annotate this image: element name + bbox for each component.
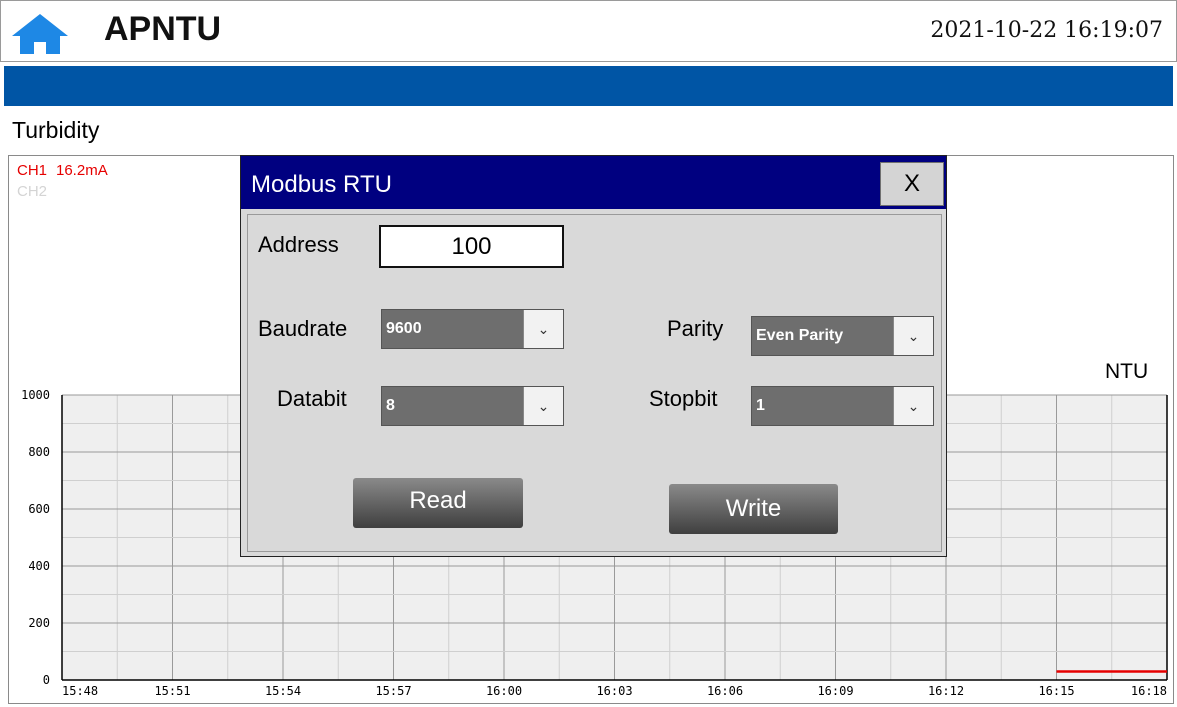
write-button[interactable]: Write bbox=[669, 484, 838, 534]
y-tick-label: 600 bbox=[28, 502, 50, 516]
y-tick-label: 0 bbox=[43, 673, 50, 687]
close-button[interactable]: X bbox=[880, 162, 944, 206]
x-tick-label: 16:12 bbox=[928, 684, 964, 698]
databit-value: 8 bbox=[386, 397, 395, 414]
stopbit-value: 1 bbox=[756, 397, 765, 414]
unit-label: NTU bbox=[1105, 360, 1149, 383]
chevron-down-icon[interactable]: ⌄ bbox=[523, 387, 563, 425]
parity-label: Parity bbox=[667, 316, 724, 341]
baudrate-value: 9600 bbox=[386, 320, 422, 337]
x-tick-label: 15:57 bbox=[375, 684, 411, 698]
x-tick-label: 16:09 bbox=[817, 684, 853, 698]
databit-dropdown[interactable]: 8 ⌄ bbox=[381, 386, 564, 426]
dialog-titlebar: Modbus RTU X bbox=[241, 156, 946, 209]
ch1-label: CH1 bbox=[17, 162, 48, 179]
parity-value: Even Parity bbox=[756, 327, 844, 344]
x-tick-label: 16:15 bbox=[1038, 684, 1074, 698]
y-tick-label: 400 bbox=[28, 559, 50, 573]
read-button[interactable]: Read bbox=[353, 478, 523, 528]
y-tick-label: 200 bbox=[28, 616, 50, 630]
address-label: Address bbox=[258, 232, 339, 257]
chevron-down-icon[interactable]: ⌄ bbox=[893, 387, 933, 425]
x-tick-label: 16:00 bbox=[486, 684, 522, 698]
x-tick-label: 16:03 bbox=[596, 684, 632, 698]
chevron-down-icon[interactable]: ⌄ bbox=[523, 310, 563, 348]
dialog-title: Modbus RTU bbox=[251, 171, 392, 198]
modbus-dialog: Modbus RTU X Address 100 Baudrate 9600 ⌄… bbox=[240, 155, 947, 557]
stopbit-label: Stopbit bbox=[649, 386, 718, 411]
stopbit-dropdown[interactable]: 1 ⌄ bbox=[751, 386, 934, 426]
parity-dropdown[interactable]: Even Parity ⌄ bbox=[751, 316, 934, 356]
x-tick-label: 16:06 bbox=[707, 684, 743, 698]
x-tick-label: 15:51 bbox=[154, 684, 190, 698]
ch1-value: 16.2mA bbox=[56, 162, 108, 179]
y-tick-label: 1000 bbox=[21, 388, 50, 402]
baudrate-label: Baudrate bbox=[258, 316, 348, 341]
chevron-down-icon[interactable]: ⌄ bbox=[893, 317, 933, 355]
baudrate-dropdown[interactable]: 9600 ⌄ bbox=[381, 309, 564, 349]
address-input[interactable]: 100 bbox=[379, 225, 564, 268]
x-tick-label: 15:54 bbox=[265, 684, 301, 698]
ch2-label: CH2 bbox=[17, 183, 48, 200]
y-tick-label: 800 bbox=[28, 445, 50, 459]
x-tick-label: 15:48 bbox=[62, 684, 98, 698]
databit-label: Databit bbox=[277, 386, 347, 411]
x-tick-label: 16:18 bbox=[1131, 684, 1167, 698]
